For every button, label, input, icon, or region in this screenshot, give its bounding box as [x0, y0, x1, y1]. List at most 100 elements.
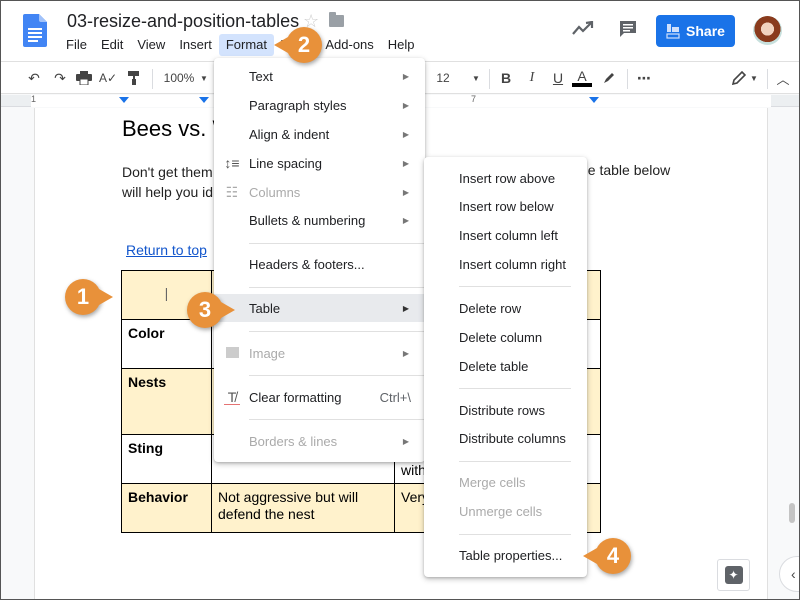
menu-item-shortcut: Ctrl+\	[379, 389, 411, 405]
table-menu-delete-table[interactable]: Delete table	[424, 352, 587, 380]
share-button[interactable]: Share	[656, 15, 735, 47]
format-menu-columns[interactable]: ☷ Columns ▶	[214, 178, 425, 206]
redo-icon[interactable]: ↷	[51, 68, 69, 88]
cell-text: with	[401, 462, 426, 478]
user-avatar[interactable]	[753, 16, 782, 45]
side-panel-chevron-left-icon[interactable]: ‹	[779, 556, 799, 592]
zoom-dropdown-icon[interactable]: ▼	[199, 68, 209, 88]
menu-insert[interactable]: Insert	[172, 34, 219, 56]
italic-button[interactable]: I	[524, 68, 540, 88]
format-menu-line-spacing[interactable]: ↕≡ Line spacing ▶	[214, 149, 425, 177]
menu-separator	[459, 286, 571, 287]
font-size-input[interactable]: 12	[433, 68, 453, 88]
submenu-arrow-icon: ▶	[402, 158, 409, 168]
menu-item-label: Insert row below	[459, 198, 554, 214]
explore-button[interactable]: ✦	[717, 559, 750, 591]
menu-separator	[459, 388, 571, 389]
menu-separator	[249, 287, 425, 288]
table-cell[interactable]: Behavior	[121, 483, 212, 533]
submenu-arrow-icon: ▶	[402, 129, 409, 139]
first-line-indent-marker[interactable]	[119, 97, 129, 103]
menu-separator	[459, 534, 571, 535]
ruler-number: 1	[31, 94, 37, 104]
table-menu-distribute-rows[interactable]: Distribute rows	[424, 396, 587, 424]
table-menu-unmerge-cells[interactable]: Unmerge cells	[424, 497, 587, 525]
menu-view[interactable]: View	[130, 34, 172, 56]
print-icon[interactable]	[75, 68, 93, 88]
format-menu-image[interactable]: Image ▶	[214, 339, 425, 367]
spellcheck-icon[interactable]: A✓	[99, 68, 117, 88]
format-menu-text[interactable]: Text ▶	[214, 62, 425, 90]
folder-icon[interactable]	[329, 12, 344, 27]
more-options-button[interactable]: ⋯	[635, 68, 653, 88]
format-menu-table[interactable]: Table ▶	[214, 294, 425, 322]
table-menu-insert-column-right[interactable]: Insert column right	[424, 250, 587, 278]
image-icon	[226, 347, 239, 358]
menu-item-label: Image	[249, 345, 286, 361]
menu-item-label: Columns	[249, 184, 301, 200]
text-color-button[interactable]: A	[572, 68, 592, 88]
table-menu-insert-column-left[interactable]: Insert column left	[424, 221, 587, 249]
collapse-toolbar-chevron-up-icon[interactable]: ︿	[775, 68, 791, 88]
clear-formatting-icon: T̸	[224, 389, 240, 405]
ruler-number: 7	[471, 94, 477, 104]
table-cell[interactable]: Nests	[121, 368, 212, 435]
menu-item-label: Line spacing	[249, 155, 322, 171]
header: 03-resize-and-position-tables ☆ File Edi…	[1, 1, 799, 61]
format-menu-paragraph-styles[interactable]: Paragraph styles ▶	[214, 91, 425, 119]
format-menu-borders-lines[interactable]: Borders & lines ▶	[214, 427, 425, 455]
menu-help[interactable]: Help	[381, 34, 422, 56]
step-callout-2: 2	[274, 27, 322, 63]
table-menu-delete-row[interactable]: Delete row	[424, 294, 587, 322]
undo-icon[interactable]: ↶	[25, 68, 43, 88]
submenu-arrow-icon: ▶	[402, 303, 409, 313]
menu-item-label: Bullets & numbering	[249, 212, 366, 228]
table-menu-insert-row-below[interactable]: Insert row below	[424, 192, 587, 220]
editing-mode-dropdown-icon[interactable]: ▼	[749, 68, 759, 88]
table-cell[interactable]: Not aggressive but will defend the nest	[211, 483, 395, 533]
submenu-arrow-icon: ▶	[402, 436, 409, 446]
share-people-icon	[666, 24, 680, 39]
explore-sparkle-icon: ✦	[724, 566, 743, 584]
menu-edit[interactable]: Edit	[94, 34, 130, 56]
paint-format-icon[interactable]	[125, 68, 143, 88]
right-indent-marker[interactable]	[589, 97, 599, 103]
document-title[interactable]: 03-resize-and-position-tables	[67, 11, 299, 32]
table-menu-table-properties[interactable]: Table properties...	[424, 541, 587, 569]
menu-format[interactable]: Format	[218, 34, 274, 56]
toolbar-separator	[152, 69, 153, 89]
menu-item-label: Insert column left	[459, 227, 558, 243]
activity-trend-icon[interactable]	[572, 21, 594, 35]
table-menu-delete-column[interactable]: Delete column	[424, 323, 587, 351]
highlight-icon[interactable]	[601, 68, 617, 88]
menu-item-label: Merge cells	[459, 474, 526, 490]
zoom-select[interactable]: 100%	[161, 68, 197, 88]
table-menu-distribute-columns[interactable]: Distribute columns	[424, 424, 587, 452]
menu-item-label: Table	[249, 300, 281, 316]
editing-mode-pencil-icon[interactable]	[731, 68, 747, 88]
comment-icon[interactable]	[619, 20, 637, 38]
docs-logo-icon[interactable]	[23, 14, 47, 47]
format-menu-bullets-numbering[interactable]: Bullets & numbering ▶	[214, 206, 425, 234]
format-menu-align-indent[interactable]: Align & indent ▶	[214, 120, 425, 148]
vertical-scrollbar[interactable]	[789, 503, 795, 523]
menu-file[interactable]: File	[59, 34, 94, 56]
submenu-arrow-icon: ▶	[402, 348, 409, 358]
table-menu-insert-row-above[interactable]: Insert row above	[424, 164, 587, 192]
table-menu-merge-cells[interactable]: Merge cells	[424, 468, 587, 496]
font-size-dropdown-icon[interactable]: ▼	[471, 68, 481, 88]
menu-addons[interactable]: Add-ons	[318, 34, 380, 56]
table-cell[interactable]: Sting	[121, 434, 212, 484]
left-indent-marker[interactable]	[199, 97, 209, 103]
menu-item-label: Borders & lines	[249, 433, 338, 449]
menu-item-label: Headers & footers...	[249, 256, 365, 272]
bold-button[interactable]: B	[498, 68, 514, 88]
format-menu-clear-formatting[interactable]: T̸ Clear formatting Ctrl+\	[214, 383, 425, 411]
underline-button[interactable]: U	[550, 68, 566, 88]
return-to-top-link[interactable]: Return to top	[126, 242, 207, 258]
menu-item-label: Table properties...	[459, 547, 563, 563]
step-callout-4: 4	[583, 538, 631, 574]
format-menu-headers-footers[interactable]: Headers & footers...	[214, 250, 425, 278]
menu-item-label: Delete column	[459, 329, 543, 345]
table-submenu: Insert row above Insert row below Insert…	[424, 157, 587, 577]
